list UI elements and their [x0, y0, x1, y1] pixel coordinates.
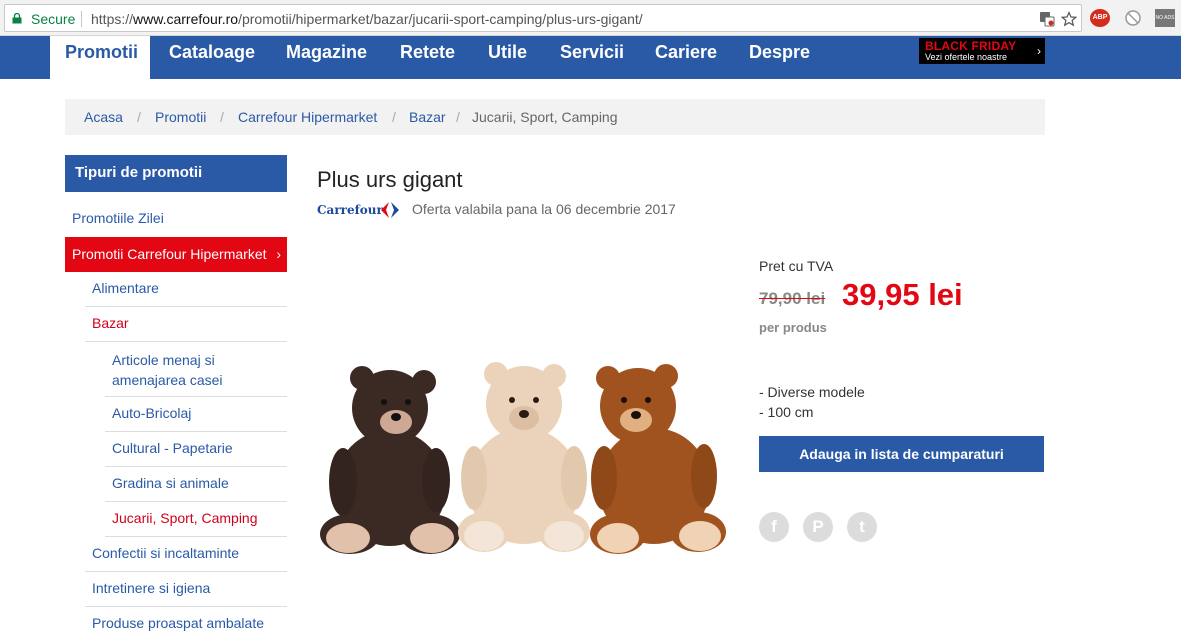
product-detail-models: - Diverse modele: [759, 384, 865, 400]
pinterest-share-icon[interactable]: P: [803, 512, 833, 542]
nav-magazine[interactable]: Magazine: [286, 36, 367, 79]
promo-price: 39,95 lei: [842, 277, 963, 312]
bear-beige-illustration: [458, 362, 590, 552]
no-ads-icon[interactable]: NO ADS: [1155, 9, 1175, 27]
add-to-shopping-list-button[interactable]: Adauga in lista de cumparaturi: [759, 436, 1044, 472]
breadcrumb-current: Jucarii, Sport, Camping: [472, 109, 618, 125]
banner-subtitle: Vezi ofertele noastre: [925, 52, 1008, 62]
brand-name: Carrefour: [317, 203, 383, 217]
adblock-plus-icon[interactable]: ABP: [1090, 9, 1110, 27]
sidebar-item-auto-bricolaj[interactable]: Auto-Bricolaj: [105, 405, 287, 432]
black-friday-banner[interactable]: BLACK FRIDAY Vezi ofertele noastre ›: [919, 38, 1045, 64]
carrefour-logo: Carrefour: [317, 201, 405, 219]
breadcrumb: Acasa / Promotii / Carrefour Hipermarket…: [65, 99, 1045, 135]
product-image: [320, 362, 726, 554]
browser-toolbar: Secure https://www.carrefour.ro/promotii…: [0, 0, 1181, 36]
breadcrumb-separator: /: [137, 109, 141, 125]
url-path: /promotii/hipermarket/bazar/jucarii-spor…: [238, 11, 643, 27]
sidebar-item-bazar[interactable]: Bazar: [85, 315, 287, 342]
sidebar-item-intretinere[interactable]: Intretinere si igiena: [85, 580, 287, 607]
url-host: www.carrefour.ro: [133, 11, 239, 27]
chevron-right-icon: ›: [1037, 44, 1041, 58]
facebook-share-icon[interactable]: f: [759, 512, 789, 542]
nav-cataloage[interactable]: Cataloage: [169, 36, 255, 79]
price-label: Pret cu TVA: [759, 258, 834, 274]
nav-cariere[interactable]: Cariere: [655, 36, 717, 79]
banner-title: BLACK FRIDAY: [925, 39, 1017, 53]
translate-icon[interactable]: [1039, 11, 1055, 27]
blocker-icon[interactable]: [1123, 9, 1143, 27]
product-detail-size: - 100 cm: [759, 404, 814, 420]
breadcrumb-acasa[interactable]: Acasa: [84, 109, 123, 125]
sidebar-item-jucarii-sport-camping[interactable]: Jucarii, Sport, Camping: [105, 510, 287, 537]
url-scheme: https://: [91, 11, 134, 27]
bear-brown-illustration: [590, 364, 726, 554]
product-title: Plus urs gigant: [317, 167, 463, 192]
twitter-share-icon[interactable]: t: [847, 512, 877, 542]
sidebar-item-gradina-animale[interactable]: Gradina si animale: [105, 475, 287, 502]
sidebar-item-confectii[interactable]: Confectii si incaltaminte: [85, 545, 287, 572]
omnibox-divider: [81, 11, 82, 27]
breadcrumb-separator: /: [220, 109, 224, 125]
sidebar-heading: Tipuri de promotii: [65, 155, 287, 192]
nav-servicii[interactable]: Servicii: [560, 36, 624, 79]
breadcrumb-bazar[interactable]: Bazar: [409, 109, 446, 125]
nav-despre[interactable]: Despre: [749, 36, 810, 79]
main-navigation: Promotii Cataloage Magazine Retete Utile…: [0, 36, 1181, 79]
carrefour-logo-icon: [381, 202, 399, 218]
sidebar-item-hipermarket[interactable]: Promotii Carrefour Hipermarket ›: [65, 237, 287, 272]
url-text[interactable]: https://www.carrefour.ro/promotii/hiperm…: [91, 11, 643, 27]
old-price: 79,90 lei: [759, 289, 826, 308]
offer-validity: Oferta valabila pana la 06 decembrie 201…: [412, 201, 676, 217]
nav-retete[interactable]: Retete: [400, 36, 455, 79]
sidebar-item-promotiile-zilei[interactable]: Promotiile Zilei: [65, 210, 287, 238]
sidebar-item-articole-menaj[interactable]: Articole menaj si amenajarea casei: [105, 350, 287, 397]
secure-label: Secure: [31, 11, 76, 27]
nav-promotii[interactable]: Promotii: [50, 36, 150, 79]
address-bar[interactable]: Secure https://www.carrefour.ro/promotii…: [4, 4, 1082, 32]
bookmark-star-icon[interactable]: [1061, 11, 1077, 27]
sidebar-item-cultural-papetarie[interactable]: Cultural - Papetarie: [105, 440, 287, 467]
sidebar-item-produse-proaspat[interactable]: Produse proaspat ambalate: [85, 615, 287, 635]
breadcrumb-promotii[interactable]: Promotii: [155, 109, 206, 125]
chevron-right-icon: ›: [276, 246, 281, 262]
lock-icon: [12, 13, 22, 24]
sidebar-item-label: Promotii Carrefour Hipermarket: [72, 246, 267, 262]
price-unit: per produs: [759, 320, 827, 335]
breadcrumb-separator: /: [392, 109, 396, 125]
breadcrumb-hipermarket[interactable]: Carrefour Hipermarket: [238, 109, 377, 125]
breadcrumb-separator: /: [456, 109, 460, 125]
sidebar-item-alimentare[interactable]: Alimentare: [85, 280, 287, 307]
nav-utile[interactable]: Utile: [488, 36, 527, 79]
bear-dark-brown-illustration: [320, 366, 460, 554]
